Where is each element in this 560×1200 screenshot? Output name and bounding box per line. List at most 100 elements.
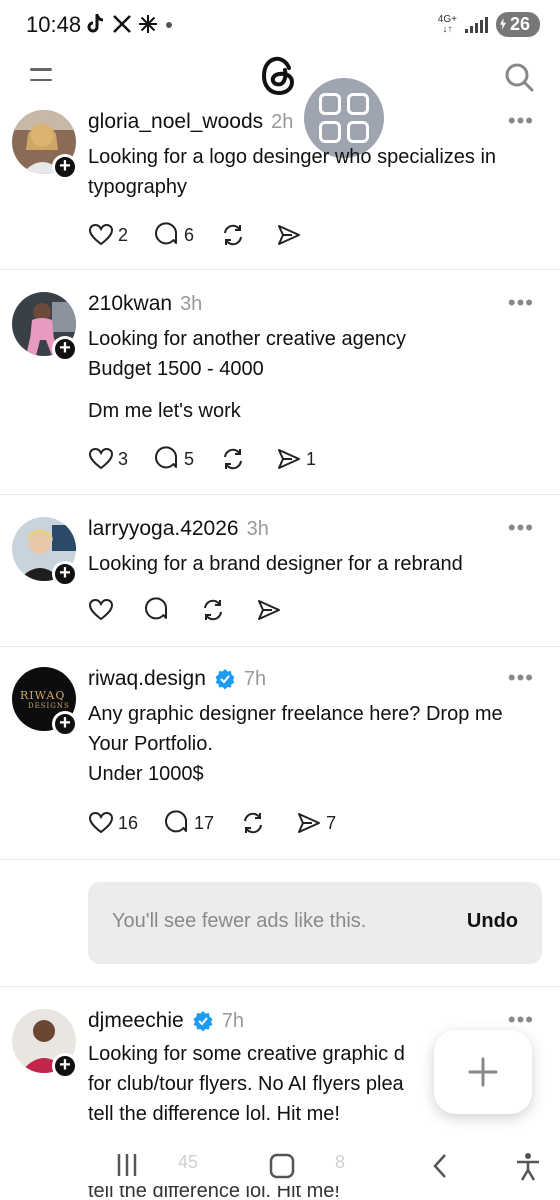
comment-icon bbox=[155, 446, 178, 469]
avatar[interactable]: RIWAQ DESIGNS + bbox=[12, 667, 78, 737]
heart-icon bbox=[88, 223, 114, 246]
post-actions: 16 17 7 bbox=[88, 810, 362, 836]
repost-button[interactable] bbox=[200, 597, 230, 623]
post-time: 7h bbox=[221, 1009, 244, 1032]
share-button[interactable] bbox=[256, 597, 286, 623]
comment-icon bbox=[145, 597, 168, 620]
repost-button[interactable] bbox=[240, 810, 270, 836]
comment-count: 6 bbox=[184, 224, 195, 245]
like-count: 16 bbox=[118, 812, 139, 833]
comment-button[interactable] bbox=[144, 597, 174, 623]
undo-button[interactable]: Undo bbox=[467, 910, 518, 933]
heart-icon bbox=[88, 811, 114, 834]
follow-button[interactable]: + bbox=[52, 1053, 78, 1079]
repost-icon bbox=[244, 812, 263, 834]
comment-button[interactable]: 5 bbox=[154, 446, 194, 472]
like-button[interactable] bbox=[88, 597, 118, 623]
more-options-icon[interactable]: ••• bbox=[508, 108, 534, 134]
follow-button[interactable]: + bbox=[52, 561, 78, 587]
post-text: Looking for a logo desinger who speciali… bbox=[88, 146, 497, 198]
new-thread-button[interactable] bbox=[434, 1030, 532, 1114]
share-button[interactable]: 1 bbox=[276, 446, 316, 472]
back-icon[interactable] bbox=[430, 1152, 450, 1180]
home-icon[interactable] bbox=[268, 1152, 296, 1180]
system-navigation-bar bbox=[0, 1140, 560, 1200]
verified-badge-icon bbox=[193, 1011, 213, 1032]
repost-icon bbox=[204, 599, 222, 621]
avatar[interactable]: + bbox=[12, 1009, 78, 1079]
repost-icon bbox=[224, 448, 243, 470]
comment-count: 17 bbox=[194, 812, 215, 833]
send-icon bbox=[258, 600, 280, 620]
post-actions: 3 5 1 bbox=[88, 446, 342, 472]
notification-icons bbox=[86, 13, 174, 35]
avatar[interactable]: + bbox=[12, 110, 78, 180]
avatar[interactable]: + bbox=[12, 292, 78, 362]
post-time: 3h bbox=[180, 292, 203, 315]
verified-badge-icon bbox=[215, 669, 235, 690]
like-count: 3 bbox=[118, 448, 129, 469]
post-item: + 210kwan 3h ••• Looking for another cre… bbox=[0, 270, 560, 495]
send-icon bbox=[278, 449, 301, 469]
ad-hidden-notice: You'll see fewer ads like this. Undo bbox=[88, 882, 542, 964]
post-time: 2h bbox=[271, 110, 294, 133]
battery-icon: 26 bbox=[495, 12, 540, 37]
post-actions bbox=[88, 597, 312, 623]
search-icon[interactable] bbox=[504, 62, 534, 92]
username[interactable]: 210kwan bbox=[88, 292, 172, 316]
like-button[interactable]: 16 bbox=[88, 810, 138, 836]
tiktok-icon bbox=[87, 14, 104, 33]
post-time: 3h bbox=[246, 517, 269, 540]
post-item: RIWAQ DESIGNS + riwaq.design 7h ••• Any … bbox=[0, 647, 560, 860]
username[interactable]: riwaq.design bbox=[88, 667, 206, 691]
status-bar: 10:48 4G+ ↓↑ 26 bbox=[0, 0, 560, 48]
signal-icon bbox=[464, 16, 488, 33]
recent-apps-icon[interactable] bbox=[114, 1152, 140, 1178]
heart-icon bbox=[88, 447, 114, 470]
threads-logo-icon[interactable] bbox=[259, 54, 299, 98]
more-options-icon[interactable]: ••• bbox=[508, 290, 534, 316]
heart-icon bbox=[88, 598, 114, 621]
comment-icon bbox=[155, 222, 178, 245]
repost-button[interactable] bbox=[220, 222, 250, 248]
dot-icon bbox=[166, 22, 172, 28]
post-actions: 2 6 bbox=[88, 222, 332, 248]
follow-button[interactable]: + bbox=[52, 154, 78, 180]
share-button[interactable]: 7 bbox=[296, 810, 336, 836]
avatar[interactable]: + bbox=[12, 517, 78, 587]
hamburger-icon[interactable] bbox=[30, 68, 52, 84]
follow-button[interactable]: + bbox=[52, 711, 78, 737]
comment-button[interactable]: 17 bbox=[164, 810, 214, 836]
username[interactable]: gloria_noel_woods bbox=[88, 110, 263, 134]
post-item: + larryyoga.42026 3h ••• Looking for a b… bbox=[0, 495, 560, 647]
post-item: + gloria_noel_woods 2h ••• Looking for a… bbox=[0, 102, 560, 270]
x-icon bbox=[113, 15, 131, 33]
status-time: 10:48 bbox=[26, 12, 82, 37]
post-text: Looking for a brand designer for a rebra… bbox=[88, 553, 463, 575]
like-button[interactable]: 2 bbox=[88, 222, 128, 248]
follow-button[interactable]: + bbox=[52, 336, 78, 362]
app-header bbox=[0, 52, 560, 102]
repost-button[interactable] bbox=[220, 446, 250, 472]
like-count: 2 bbox=[118, 224, 129, 245]
share-count: 1 bbox=[306, 448, 317, 469]
repost-icon bbox=[224, 224, 243, 246]
share-button[interactable] bbox=[276, 222, 306, 248]
more-options-icon[interactable]: ••• bbox=[508, 665, 534, 691]
like-button[interactable]: 3 bbox=[88, 446, 128, 472]
post-time: 7h bbox=[243, 667, 267, 690]
network-indicator: 4G+ ↓↑ bbox=[437, 13, 457, 35]
comment-count: 5 bbox=[184, 448, 195, 469]
username[interactable]: larryyoga.42026 bbox=[88, 517, 239, 541]
post-text: Any graphic designer freelance here? Dro… bbox=[88, 703, 503, 785]
ad-notice-text: You'll see fewer ads like this. bbox=[112, 910, 367, 932]
comment-button[interactable]: 6 bbox=[154, 222, 194, 248]
plus-icon bbox=[468, 1057, 498, 1087]
send-icon bbox=[278, 225, 301, 245]
comment-icon bbox=[165, 810, 188, 833]
accessibility-icon[interactable] bbox=[514, 1152, 542, 1182]
username[interactable]: djmeechie bbox=[88, 1009, 184, 1033]
more-options-icon[interactable]: ••• bbox=[508, 515, 534, 541]
asterisk-icon bbox=[139, 15, 157, 33]
send-icon bbox=[298, 813, 321, 833]
